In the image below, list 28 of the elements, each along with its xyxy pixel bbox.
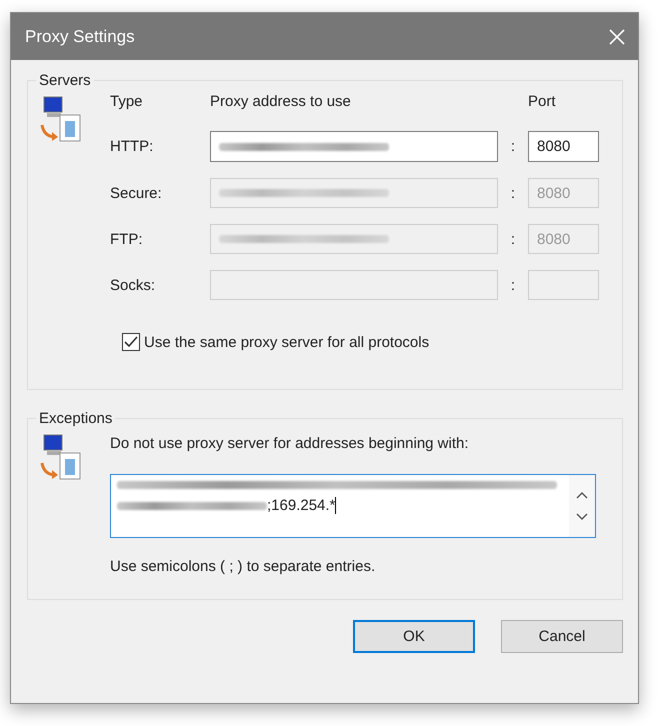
group-title: Exceptions xyxy=(38,410,114,427)
same-proxy-checkbox[interactable]: Use the same proxy server for all protocols xyxy=(122,333,610,351)
field-label: HTTP: xyxy=(110,138,154,155)
separator-text: : xyxy=(510,230,516,248)
separator-text: : xyxy=(510,276,516,294)
exceptions-label: Do not use proxy server for addresses beginning with: xyxy=(110,435,470,452)
field-label: Socks: xyxy=(110,276,156,294)
cancel-button[interactable]: Cancel xyxy=(501,620,623,653)
scroll-up-icon[interactable] xyxy=(576,491,588,499)
checkbox[interactable] xyxy=(122,333,140,351)
field-label: Secure: xyxy=(110,184,163,202)
column-header: Port xyxy=(528,93,557,112)
field-label: FTP: xyxy=(110,230,144,248)
separator-text: : xyxy=(510,184,516,202)
window-title: Proxy Settings xyxy=(25,26,135,46)
address-field[interactable] xyxy=(210,131,498,162)
port-field[interactable] xyxy=(528,270,599,300)
exceptions-field[interactable]: ;169.254.* xyxy=(110,474,596,538)
close-icon[interactable] xyxy=(608,28,626,46)
group-title: Servers xyxy=(38,72,92,89)
ok-button[interactable]: OK xyxy=(353,620,475,653)
port-field[interactable]: 8080 xyxy=(528,131,599,162)
field-value: ;169.254.* xyxy=(267,497,336,514)
column-header: Proxy address to use xyxy=(210,93,352,112)
scroll-down-icon[interactable] xyxy=(576,513,588,521)
column-header: Type xyxy=(110,93,144,112)
hint-text: Use semicolons ( ; ) to separate entries. xyxy=(110,558,376,575)
separator-text: : xyxy=(510,138,516,155)
